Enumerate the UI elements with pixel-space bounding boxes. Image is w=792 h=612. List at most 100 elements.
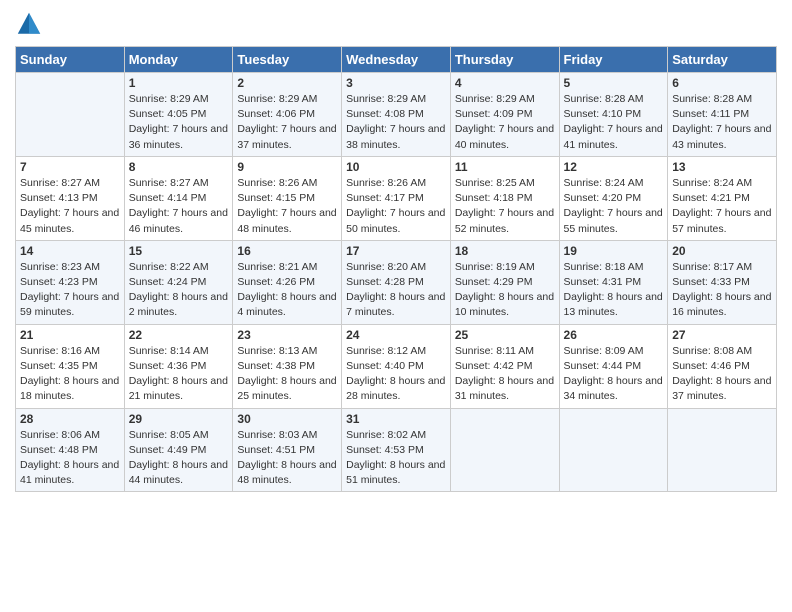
day-number: 5 [564,76,664,90]
calendar-cell: 20 Sunrise: 8:17 AM Sunset: 4:33 PM Dayl… [668,240,777,324]
sunrise-text: Sunrise: 8:09 AM [564,344,664,359]
header-row: SundayMondayTuesdayWednesdayThursdayFrid… [16,47,777,73]
daylight-text: Daylight: 8 hours and 37 minutes. [672,374,772,404]
logo-icon [15,10,43,38]
calendar-cell: 9 Sunrise: 8:26 AM Sunset: 4:15 PM Dayli… [233,156,342,240]
day-info: Sunrise: 8:29 AM Sunset: 4:09 PM Dayligh… [455,92,555,153]
calendar-cell: 30 Sunrise: 8:03 AM Sunset: 4:51 PM Dayl… [233,408,342,492]
day-number: 26 [564,328,664,342]
calendar-cell: 16 Sunrise: 8:21 AM Sunset: 4:26 PM Dayl… [233,240,342,324]
day-info: Sunrise: 8:27 AM Sunset: 4:14 PM Dayligh… [129,176,229,237]
week-row-1: 1 Sunrise: 8:29 AM Sunset: 4:05 PM Dayli… [16,73,777,157]
calendar-cell [668,408,777,492]
calendar-cell: 21 Sunrise: 8:16 AM Sunset: 4:35 PM Dayl… [16,324,125,408]
day-info: Sunrise: 8:28 AM Sunset: 4:10 PM Dayligh… [564,92,664,153]
day-number: 18 [455,244,555,258]
day-info: Sunrise: 8:05 AM Sunset: 4:49 PM Dayligh… [129,428,229,489]
daylight-text: Daylight: 8 hours and 7 minutes. [346,290,446,320]
header-day-saturday: Saturday [668,47,777,73]
calendar-cell: 26 Sunrise: 8:09 AM Sunset: 4:44 PM Dayl… [559,324,668,408]
calendar-cell [450,408,559,492]
sunrise-text: Sunrise: 8:27 AM [20,176,120,191]
sunrise-text: Sunrise: 8:28 AM [672,92,772,107]
daylight-text: Daylight: 8 hours and 28 minutes. [346,374,446,404]
day-info: Sunrise: 8:09 AM Sunset: 4:44 PM Dayligh… [564,344,664,405]
day-info: Sunrise: 8:23 AM Sunset: 4:23 PM Dayligh… [20,260,120,321]
calendar-cell: 12 Sunrise: 8:24 AM Sunset: 4:20 PM Dayl… [559,156,668,240]
sunset-text: Sunset: 4:26 PM [237,275,337,290]
sunset-text: Sunset: 4:20 PM [564,191,664,206]
sunset-text: Sunset: 4:24 PM [129,275,229,290]
day-number: 1 [129,76,229,90]
sunset-text: Sunset: 4:10 PM [564,107,664,122]
sunset-text: Sunset: 4:17 PM [346,191,446,206]
sunrise-text: Sunrise: 8:23 AM [20,260,120,275]
daylight-text: Daylight: 7 hours and 36 minutes. [129,122,229,152]
daylight-text: Daylight: 7 hours and 57 minutes. [672,206,772,236]
calendar-table: SundayMondayTuesdayWednesdayThursdayFrid… [15,46,777,492]
day-info: Sunrise: 8:24 AM Sunset: 4:21 PM Dayligh… [672,176,772,237]
day-number: 8 [129,160,229,174]
daylight-text: Daylight: 8 hours and 48 minutes. [237,458,337,488]
daylight-text: Daylight: 8 hours and 13 minutes. [564,290,664,320]
day-info: Sunrise: 8:26 AM Sunset: 4:17 PM Dayligh… [346,176,446,237]
calendar-cell: 29 Sunrise: 8:05 AM Sunset: 4:49 PM Dayl… [124,408,233,492]
daylight-text: Daylight: 7 hours and 40 minutes. [455,122,555,152]
sunset-text: Sunset: 4:36 PM [129,359,229,374]
day-info: Sunrise: 8:24 AM Sunset: 4:20 PM Dayligh… [564,176,664,237]
sunrise-text: Sunrise: 8:24 AM [672,176,772,191]
sunset-text: Sunset: 4:35 PM [20,359,120,374]
day-number: 3 [346,76,446,90]
day-number: 20 [672,244,772,258]
sunrise-text: Sunrise: 8:25 AM [455,176,555,191]
sunset-text: Sunset: 4:13 PM [20,191,120,206]
day-info: Sunrise: 8:16 AM Sunset: 4:35 PM Dayligh… [20,344,120,405]
day-info: Sunrise: 8:28 AM Sunset: 4:11 PM Dayligh… [672,92,772,153]
sunrise-text: Sunrise: 8:17 AM [672,260,772,275]
calendar-cell [559,408,668,492]
sunrise-text: Sunrise: 8:26 AM [346,176,446,191]
day-number: 6 [672,76,772,90]
calendar-cell: 1 Sunrise: 8:29 AM Sunset: 4:05 PM Dayli… [124,73,233,157]
day-info: Sunrise: 8:17 AM Sunset: 4:33 PM Dayligh… [672,260,772,321]
calendar-cell: 5 Sunrise: 8:28 AM Sunset: 4:10 PM Dayli… [559,73,668,157]
header-day-monday: Monday [124,47,233,73]
day-number: 25 [455,328,555,342]
daylight-text: Daylight: 7 hours and 50 minutes. [346,206,446,236]
calendar-cell: 2 Sunrise: 8:29 AM Sunset: 4:06 PM Dayli… [233,73,342,157]
sunset-text: Sunset: 4:08 PM [346,107,446,122]
logo [15,10,47,38]
sunset-text: Sunset: 4:09 PM [455,107,555,122]
day-info: Sunrise: 8:11 AM Sunset: 4:42 PM Dayligh… [455,344,555,405]
calendar-cell: 24 Sunrise: 8:12 AM Sunset: 4:40 PM Dayl… [342,324,451,408]
daylight-text: Daylight: 8 hours and 31 minutes. [455,374,555,404]
sunrise-text: Sunrise: 8:14 AM [129,344,229,359]
sunrise-text: Sunrise: 8:16 AM [20,344,120,359]
day-info: Sunrise: 8:03 AM Sunset: 4:51 PM Dayligh… [237,428,337,489]
calendar-cell [16,73,125,157]
sunset-text: Sunset: 4:28 PM [346,275,446,290]
daylight-text: Daylight: 7 hours and 48 minutes. [237,206,337,236]
calendar-cell: 15 Sunrise: 8:22 AM Sunset: 4:24 PM Dayl… [124,240,233,324]
sunset-text: Sunset: 4:44 PM [564,359,664,374]
daylight-text: Daylight: 8 hours and 2 minutes. [129,290,229,320]
calendar-cell: 22 Sunrise: 8:14 AM Sunset: 4:36 PM Dayl… [124,324,233,408]
sunrise-text: Sunrise: 8:29 AM [129,92,229,107]
week-row-2: 7 Sunrise: 8:27 AM Sunset: 4:13 PM Dayli… [16,156,777,240]
sunset-text: Sunset: 4:42 PM [455,359,555,374]
sunset-text: Sunset: 4:15 PM [237,191,337,206]
day-number: 9 [237,160,337,174]
day-info: Sunrise: 8:18 AM Sunset: 4:31 PM Dayligh… [564,260,664,321]
day-number: 12 [564,160,664,174]
calendar-cell: 25 Sunrise: 8:11 AM Sunset: 4:42 PM Dayl… [450,324,559,408]
week-row-5: 28 Sunrise: 8:06 AM Sunset: 4:48 PM Dayl… [16,408,777,492]
sunrise-text: Sunrise: 8:21 AM [237,260,337,275]
daylight-text: Daylight: 8 hours and 4 minutes. [237,290,337,320]
sunset-text: Sunset: 4:05 PM [129,107,229,122]
daylight-text: Daylight: 8 hours and 25 minutes. [237,374,337,404]
calendar-cell: 31 Sunrise: 8:02 AM Sunset: 4:53 PM Dayl… [342,408,451,492]
daylight-text: Daylight: 7 hours and 52 minutes. [455,206,555,236]
day-info: Sunrise: 8:13 AM Sunset: 4:38 PM Dayligh… [237,344,337,405]
sunrise-text: Sunrise: 8:12 AM [346,344,446,359]
sunset-text: Sunset: 4:31 PM [564,275,664,290]
